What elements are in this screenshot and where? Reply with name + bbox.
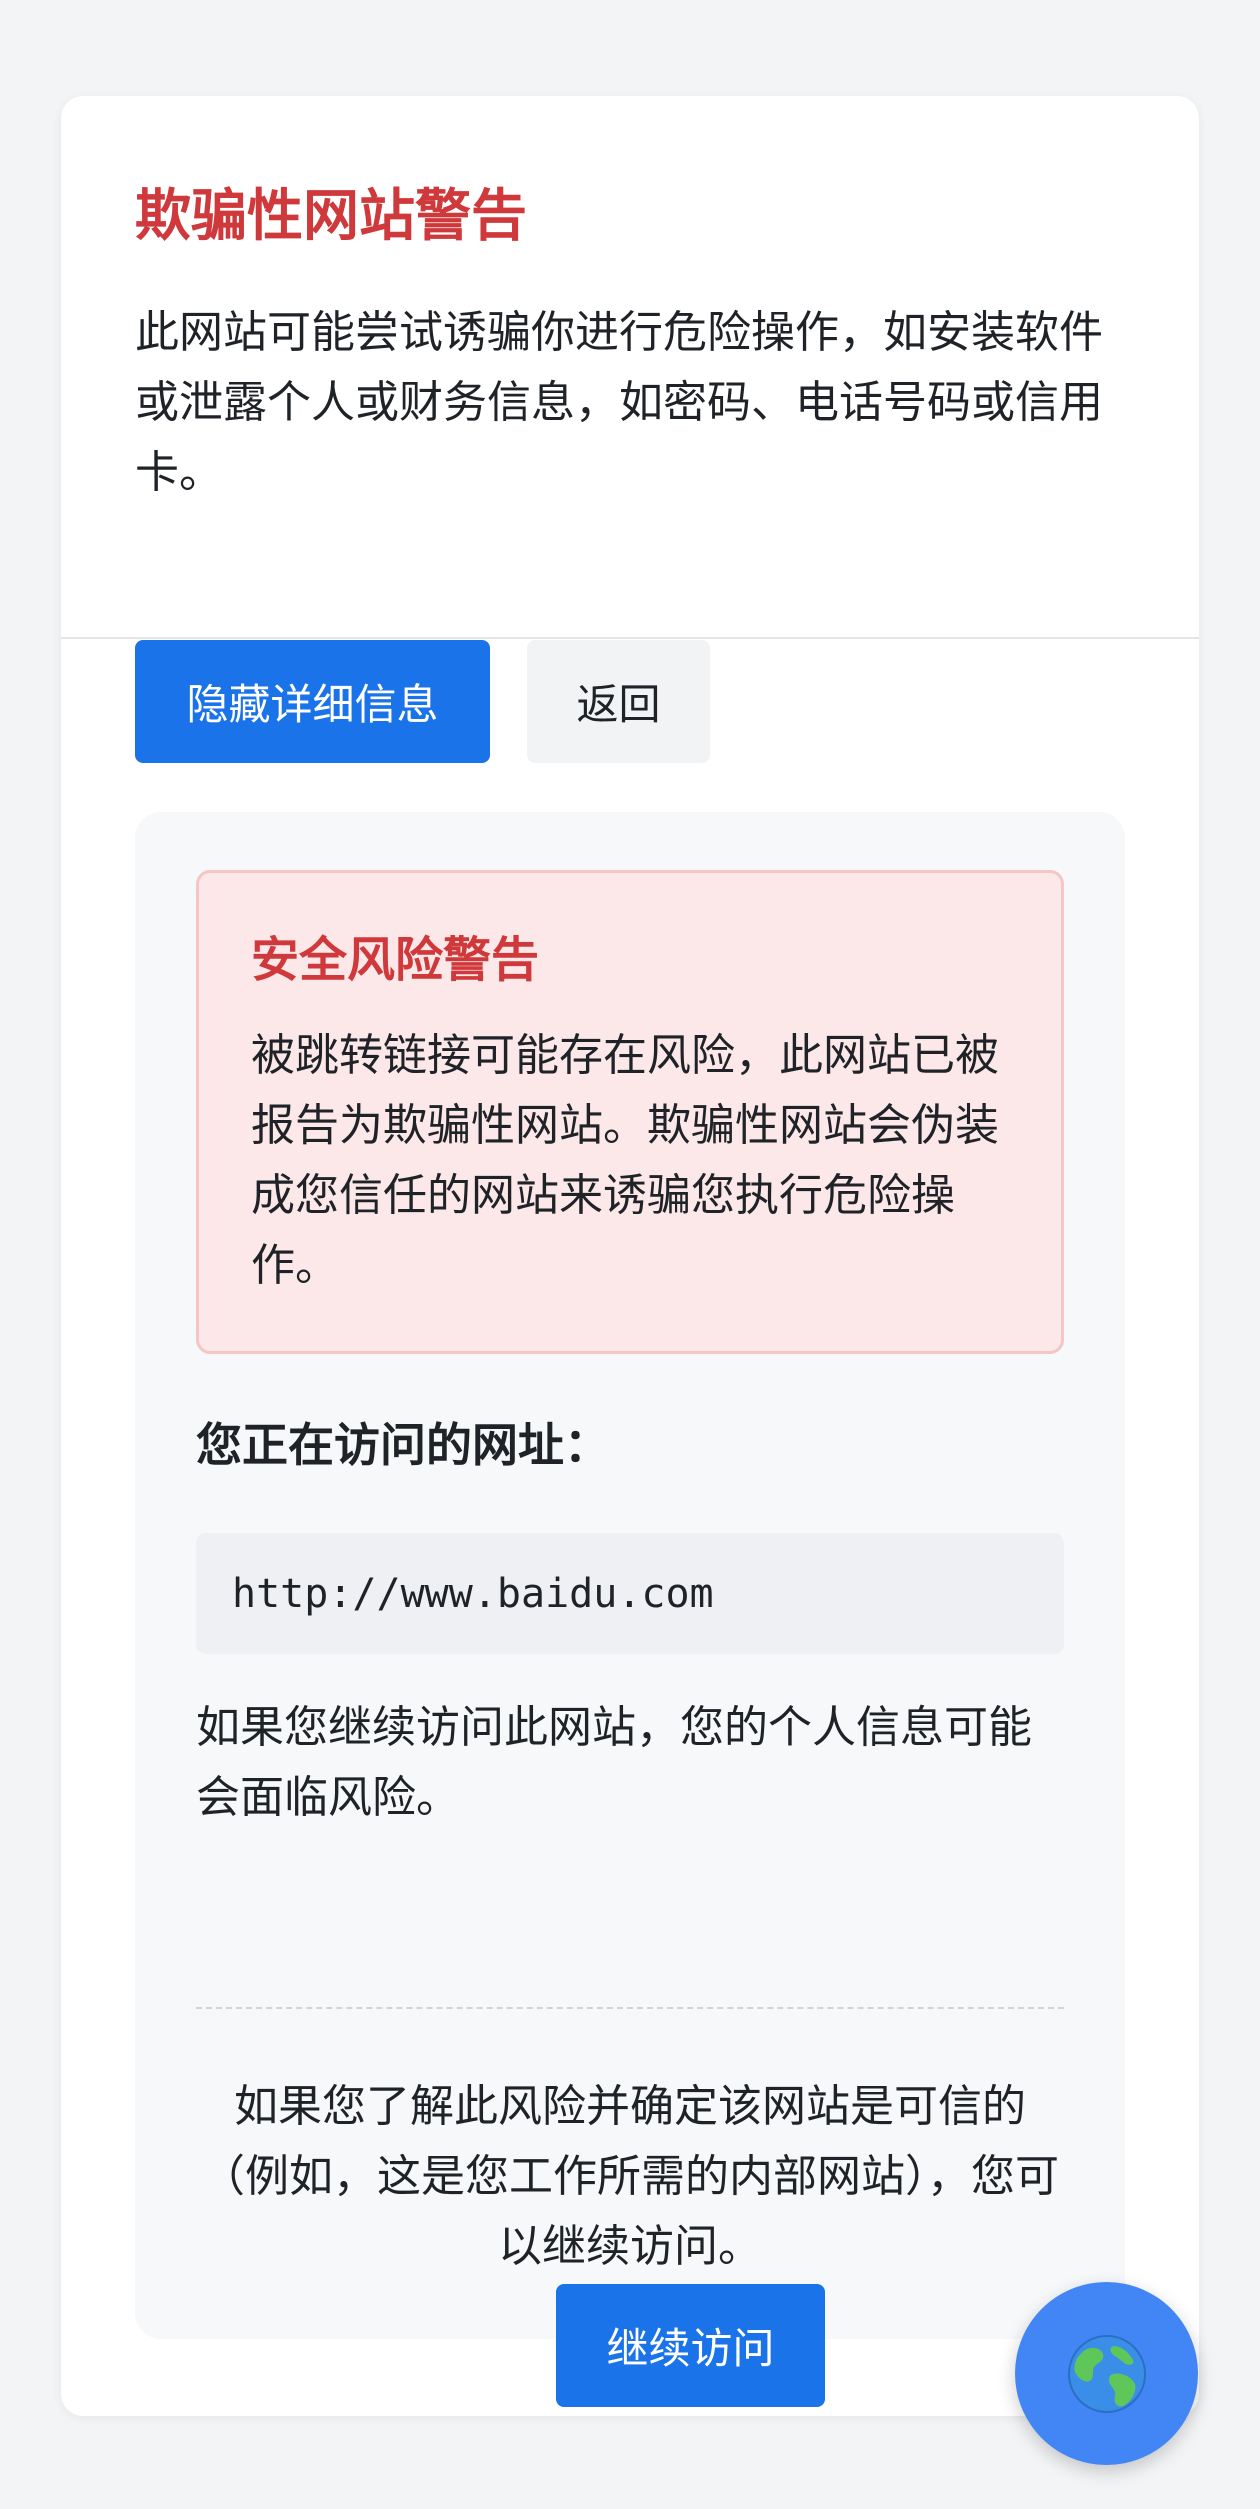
globe-icon xyxy=(1067,2334,1146,2413)
risk-title: 安全风险警告 xyxy=(251,932,540,988)
warning-text: 如果您继续访问此网站，您的个人信息可能会面临风险。 xyxy=(196,1702,1032,1823)
divider xyxy=(196,2007,1064,2009)
hide-details-button[interactable]: 隐藏详细信息 xyxy=(135,640,490,763)
continue-text: 如果您了解此风险并确定该网站是可信的（例如，这是您工作所需的内部网站），您可以继… xyxy=(201,2081,1059,2272)
continue-button[interactable]: 继续访问 xyxy=(556,2284,825,2407)
details-panel: 安全风险警告 被跳转链接可能存在风险，此网站已被报告为欺骗性网站。欺骗性网站会伪… xyxy=(135,812,1125,2407)
warning-header: 欺骗性网站警告 此网站可能尝试诱骗你进行危险操作，如安装软件或泄露个人或财务信息… xyxy=(61,96,1199,639)
risk-text: 被跳转链接可能存在风险，此网站已被报告为欺骗性网站。欺骗性网站会伪装成您信任的网… xyxy=(251,1030,999,1291)
warning-card: 欺骗性网站警告 此网站可能尝试诱骗你进行危险操作，如安装软件或泄露个人或财务信息… xyxy=(61,96,1199,2416)
page-title: 欺骗性网站警告 xyxy=(135,184,527,249)
url-display: http://www.baidu.com xyxy=(196,1533,1064,1654)
url-label: 您正在访问的网址： xyxy=(196,1418,610,1472)
risk-alert: 安全风险警告 被跳转链接可能存在风险，此网站已被报告为欺骗性网站。欺骗性网站会伪… xyxy=(196,870,1064,1354)
back-button[interactable]: 返回 xyxy=(527,640,710,763)
intro-text: 此网站可能尝试诱骗你进行危险操作，如安装软件或泄露个人或财务信息，如密码、电话号… xyxy=(135,307,1103,498)
globe-button[interactable] xyxy=(1015,2282,1198,2465)
